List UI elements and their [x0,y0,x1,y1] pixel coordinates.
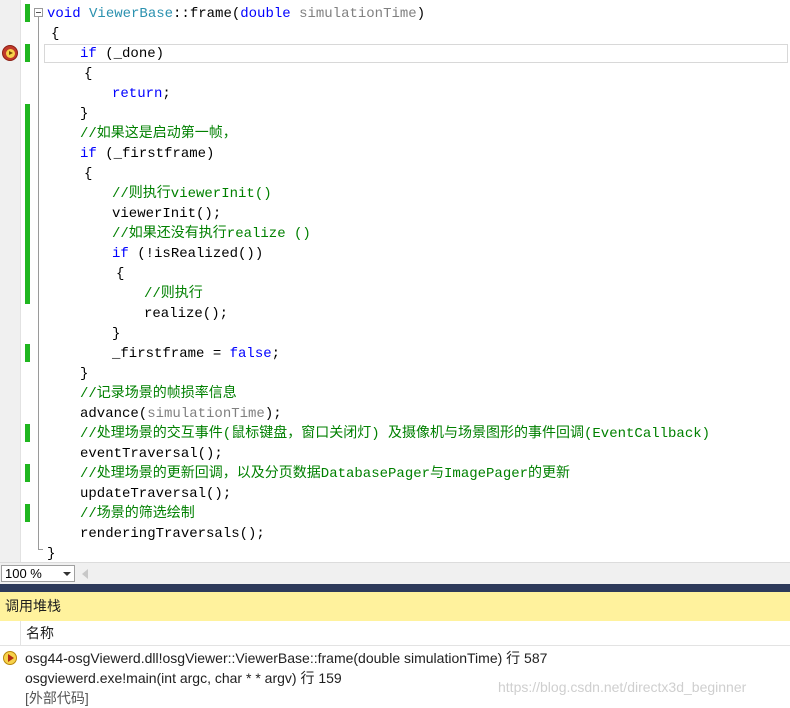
change-bar [25,424,30,442]
code-line[interactable]: //如果这是启动第一帧， [80,124,237,144]
code-token: } [47,546,56,562]
watermark: https://blog.csdn.net/directx3d_beginner [498,679,747,695]
code-token: //如果这是启动第一帧， [80,126,237,142]
code-token: ViewerBase [89,6,174,22]
change-bar [25,464,30,482]
code-line[interactable]: advance(simulationTime); [80,404,282,424]
code-line[interactable]: } [112,324,120,344]
code-token: //则执行viewerInit() [112,186,272,202]
code-token: _firstframe = [112,346,230,362]
code-token: realize(); [144,306,229,322]
current-frame-arrow-icon [3,651,17,665]
code-line[interactable]: } [80,104,88,124]
code-line[interactable]: viewerInit(); [112,204,221,224]
code-token: //则执行 [144,286,203,302]
code-line[interactable]: { [84,64,92,84]
code-line[interactable]: //记录场景的帧损率信息 [80,384,237,404]
code-line[interactable]: //处理场景的交互事件(鼠标键盘，窗口关闭灯) 及摄像机与场景图形的事件回调(E… [80,424,710,444]
code-token: return [112,86,163,102]
code-line[interactable]: { [84,164,92,184]
code-token: void [47,6,90,22]
column-header-name[interactable]: 名称 [26,621,54,645]
panel-splitter[interactable] [0,584,790,592]
code-line[interactable]: return; [112,84,171,104]
code-token: advance( [80,406,148,422]
code-token: simulationTime [299,6,417,22]
code-line[interactable]: //场景的筛选绘制 [80,504,195,524]
code-line[interactable]: if (_done) [80,44,164,64]
code-line[interactable]: updateTraversal(); [80,484,231,504]
code-token: } [80,366,89,382]
change-bar [25,344,30,362]
code-token: (_done) [96,46,165,62]
code-line[interactable]: //如果还没有执行realize () [112,224,311,244]
code-line[interactable]: if (_firstframe) [80,144,214,164]
collapse-toggle-icon[interactable] [34,8,43,17]
code-token: ; [271,346,281,362]
code-line[interactable]: renderingTraversals(); [80,524,265,544]
code-token: (!isRealized()) [128,246,264,262]
code-token: } [112,326,121,342]
scroll-left-icon[interactable] [82,569,88,579]
code-editor[interactable]: void ViewerBase::frame(double simulation… [0,0,790,562]
code-token: //记录场景的帧损率信息 [80,386,237,402]
change-bar [25,4,30,22]
code-line[interactable]: void ViewerBase::frame(double simulation… [47,4,425,24]
code-token: //处理场景的交互事件(鼠标键盘，窗口关闭灯) 及摄像机与场景图形的事件回调(E… [80,426,711,442]
zoom-value: 100 % [5,566,42,581]
code-token: { [51,26,60,42]
change-bar [25,104,30,304]
code-line[interactable]: _firstframe = false; [112,344,280,364]
code-token: //处理场景的更新回调，以及分页数据DatabasePager与ImagePag… [80,466,571,482]
breakpoint-current-statement-icon[interactable] [2,45,18,61]
code-token: if [80,46,97,62]
code-token: ::frame( [173,6,241,22]
code-token: ) [416,6,426,22]
code-token: ; [162,86,171,102]
code-token: //如果还没有执行realize () [112,226,311,242]
code-token: (_firstframe) [96,146,215,162]
code-token: //场景的筛选绘制 [80,506,195,522]
code-line[interactable]: } [47,544,55,562]
code-token: { [84,166,93,182]
outline-line [38,17,39,550]
change-bar [25,504,30,522]
code-line[interactable]: { [51,24,59,44]
code-token: if [80,146,97,162]
code-token: if [112,246,129,262]
code-line[interactable]: if (!isRealized()) [112,244,263,264]
code-line[interactable]: { [116,264,124,284]
code-line[interactable]: } [80,364,88,384]
outline-line-end [38,549,43,550]
zoom-dropdown[interactable]: 100 % [1,565,75,582]
change-bar [25,44,30,62]
code-line[interactable]: //处理场景的更新回调，以及分页数据DatabasePager与ImagePag… [80,464,570,484]
code-token: false [229,346,272,362]
code-token: { [84,66,93,82]
code-line[interactable]: eventTraversal(); [80,444,223,464]
code-token: simulationTime [147,406,265,422]
code-token: eventTraversal(); [80,446,223,462]
code-token: viewerInit(); [112,206,222,222]
chevron-down-icon [63,572,71,576]
call-stack-row[interactable]: osg44-osgViewerd.dll!osgViewer::ViewerBa… [0,648,790,668]
column-header-row: 名称 [0,621,790,646]
code-token: ); [264,406,282,422]
code-token: double [240,6,300,22]
code-line[interactable]: realize(); [144,304,228,324]
code-line[interactable]: //则执行 [144,284,203,304]
code-token: } [80,106,89,122]
code-token: updateTraversal(); [80,486,232,502]
call-stack-title[interactable]: 调用堆栈 [0,592,790,621]
call-stack-panel: 名称 osg44-osgViewerd.dll!osgViewer::Viewe… [0,621,790,706]
editor-status-bar: 100 % [0,562,790,584]
breakpoint-gutter[interactable] [0,0,21,562]
code-line[interactable]: //则执行viewerInit() [112,184,272,204]
code-token: { [116,266,125,282]
code-token: renderingTraversals(); [80,526,265,542]
